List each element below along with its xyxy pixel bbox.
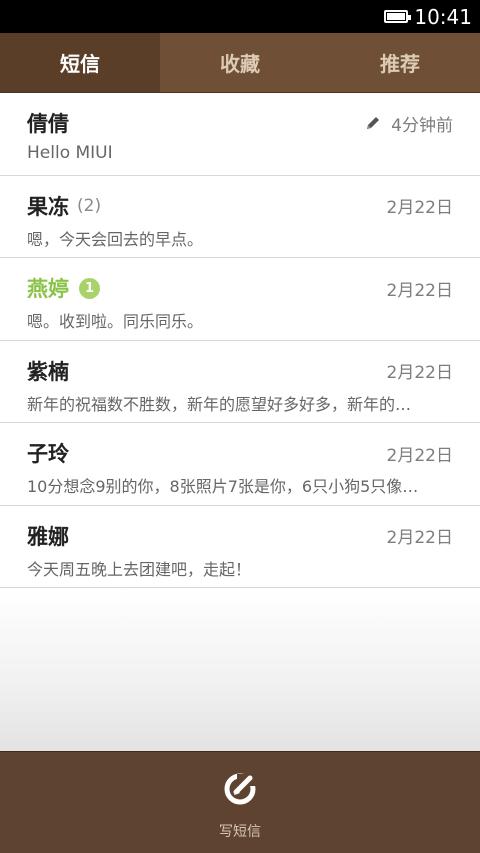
conversation-list: 倩倩 4分钟前 Hello MIUI 果冻 (2) 2月22日 嗯，今天会回去的… <box>0 93 480 588</box>
conversation-time: 2月22日 <box>386 198 453 218</box>
conversation-time: 2月22日 <box>386 363 453 383</box>
conversation-item[interactable]: 果冻 (2) 2月22日 嗯，今天会回去的早点。 <box>0 175 480 258</box>
message-preview: 嗯。收到啦。同乐同乐。 <box>27 312 204 331</box>
compose-label: 写短信 <box>219 823 261 840</box>
conversation-item[interactable]: 子玲 2月22日 10分想念9别的你，8张照片7张是你，6只小狗5只像… <box>0 423 480 506</box>
contact-name: 紫楠 <box>27 359 69 384</box>
contact-name: 果冻 <box>27 194 69 219</box>
draft-pencil-icon <box>367 117 380 129</box>
message-preview: Hello MIUI <box>27 143 113 163</box>
list-empty-area <box>0 589 480 751</box>
message-preview: 今天周五晚上去团建吧，走起！ <box>27 559 252 579</box>
conversation-item[interactable]: 紫楠 2月22日 新年的祝福数不胜数，新年的愿望好多好多，新年的… <box>0 340 480 423</box>
message-preview: 新年的祝福数不胜数，新年的愿望好多好多，新年的… <box>27 394 412 414</box>
tab-bar: 短信 收藏 推荐 <box>0 33 480 93</box>
conversation-time: 2月22日 <box>386 445 453 466</box>
tab-messages[interactable]: 短信 <box>0 33 160 92</box>
message-count: (2) <box>77 195 102 216</box>
message-preview: 嗯，今天会回去的早点。 <box>27 229 204 249</box>
tab-recommended[interactable]: 推荐 <box>320 33 480 92</box>
contact-name: 雅娜 <box>27 524 69 549</box>
status-bar: 10:41 <box>0 0 480 33</box>
tab-favorites[interactable]: 收藏 <box>160 33 320 92</box>
compose-icon <box>224 773 257 804</box>
message-preview: 10分想念9别的你，8张照片7张是你，6只小狗5只像… <box>27 477 419 496</box>
status-time: 10:41 <box>414 4 472 29</box>
conversation-item[interactable]: 雅娜 2月22日 今天周五晚上去团建吧，走起！ <box>0 505 480 588</box>
conversation-time: 4分钟前 <box>391 115 453 136</box>
conversation-time: 2月22日 <box>386 528 453 548</box>
unread-badge: 1 <box>79 277 100 299</box>
battery-icon <box>384 10 412 23</box>
conversation-item[interactable]: 燕婷 1 2月22日 嗯。收到啦。同乐同乐。 <box>0 258 480 341</box>
conversation-time: 2月22日 <box>386 280 453 301</box>
contact-name: 燕婷 <box>27 277 69 301</box>
contact-name: 子玲 <box>27 442 69 466</box>
compose-button[interactable]: 写短信 <box>219 765 261 841</box>
contact-name: 倩倩 <box>27 112 69 136</box>
conversation-item[interactable]: 倩倩 4分钟前 Hello MIUI <box>0 93 480 176</box>
bottom-bar: 写短信 <box>0 751 480 853</box>
